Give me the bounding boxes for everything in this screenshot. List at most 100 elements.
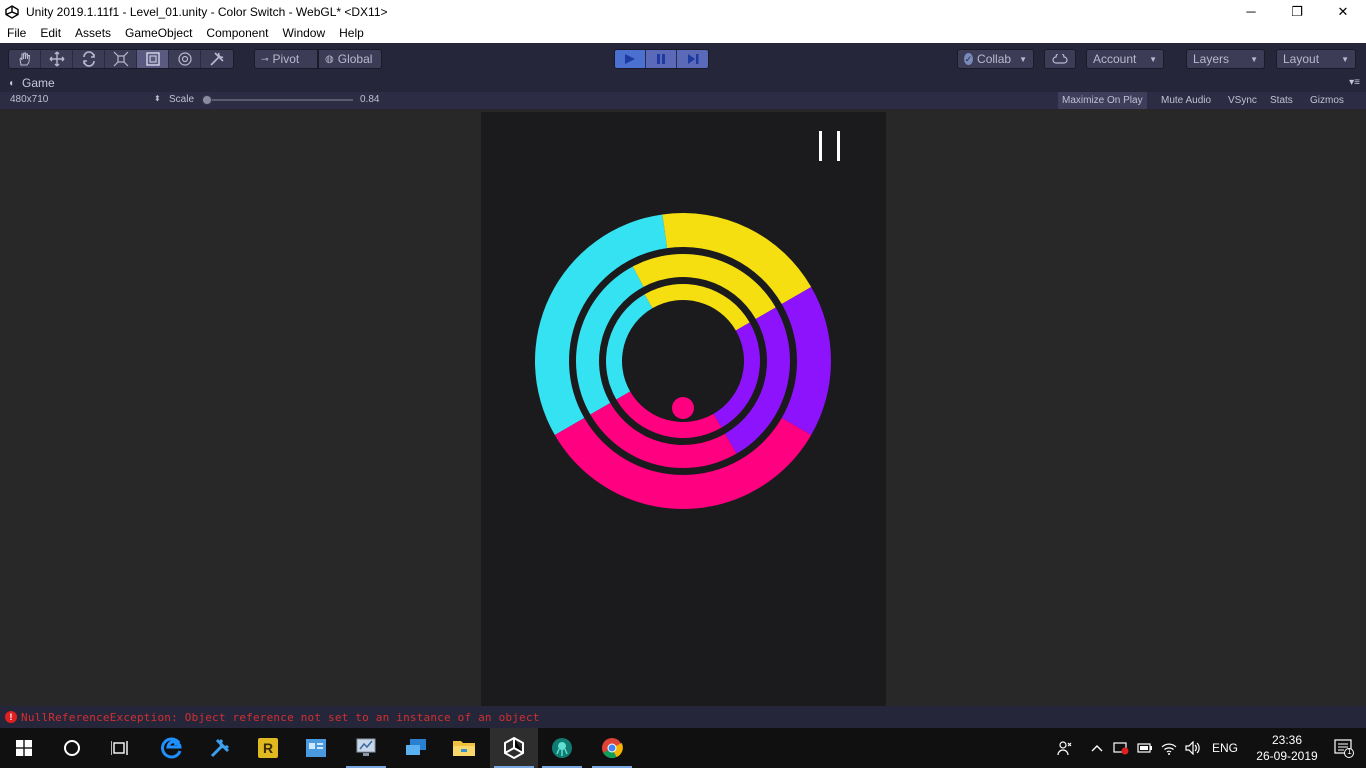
taskbar-chrome[interactable] <box>588 728 636 768</box>
menu-file[interactable]: File <box>0 23 33 43</box>
chevron-down-icon: ▼ <box>1019 54 1027 64</box>
panel-menu-icon[interactable]: ▾≡ <box>1349 77 1360 88</box>
menu-edit[interactable]: Edit <box>33 23 68 43</box>
playback-controls <box>614 49 709 69</box>
volume-icon[interactable] <box>1184 741 1202 755</box>
pause-button[interactable] <box>646 50 677 68</box>
layers-dropdown[interactable]: Layers ▼ <box>1186 49 1265 69</box>
task-view-icon <box>111 741 128 755</box>
menu-window[interactable]: Window <box>275 23 332 43</box>
language-indicator[interactable]: ENG <box>1212 741 1238 755</box>
rotate-icon <box>82 51 95 67</box>
gizmos-dropdown[interactable]: Gizmos <box>1306 92 1348 109</box>
taskbar-build-tools[interactable] <box>196 728 244 768</box>
move-tool-button[interactable] <box>41 50 73 68</box>
rect-tool-button[interactable] <box>137 50 169 68</box>
taskbar-edge[interactable] <box>148 728 196 768</box>
hand-icon <box>18 52 30 66</box>
chevron-down-icon: ▼ <box>1341 54 1349 64</box>
folder-icon <box>453 741 475 756</box>
r-app-icon: R <box>258 738 278 758</box>
kraken-icon <box>552 738 572 758</box>
scale-slider-handle[interactable] <box>202 95 212 105</box>
menu-gameobject[interactable]: GameObject <box>118 23 199 43</box>
step-button[interactable] <box>677 50 708 68</box>
chevron-down-icon: ▼ <box>1149 54 1157 64</box>
tab-game[interactable]: ◖ Game <box>8 76 55 90</box>
unity-logo-icon <box>4 4 20 20</box>
windows-logo-icon <box>16 740 32 756</box>
global-label: Global <box>337 52 373 66</box>
custom-tool-button[interactable] <box>201 50 233 68</box>
taskbar-file-explorer[interactable] <box>440 728 488 768</box>
menu-bar: File Edit Assets GameObject Component Wi… <box>0 23 1366 43</box>
game-viewport[interactable] <box>481 112 886 706</box>
chevron-down-icon: ▼ <box>1250 54 1258 64</box>
cloud-button[interactable] <box>1044 49 1076 69</box>
tray-overflow-icon[interactable] <box>1090 744 1104 752</box>
account-dropdown[interactable]: Account ▼ <box>1086 49 1164 69</box>
color-rings <box>535 213 831 509</box>
maximize-on-play-toggle[interactable]: Maximize On Play <box>1058 92 1147 109</box>
taskbar-resharper[interactable]: R <box>244 728 292 768</box>
svg-text:R: R <box>263 740 273 756</box>
tools-icon <box>210 52 224 66</box>
layout-dropdown[interactable]: Layout ▼ <box>1276 49 1356 69</box>
collab-label: Collab <box>977 52 1012 66</box>
action-center-button[interactable]: 1 <box>1334 738 1354 758</box>
taskbar-remote-app[interactable] <box>392 728 440 768</box>
tab-game-label: Game <box>22 76 55 90</box>
remote-desktop-icon <box>406 739 426 755</box>
move-arrows-icon <box>49 51 64 67</box>
scale-slider-track[interactable] <box>203 99 353 101</box>
clock[interactable]: 23:36 26-09-2019 <box>1252 732 1322 764</box>
menu-component[interactable]: Component <box>199 23 275 43</box>
tools-icon <box>210 738 230 758</box>
player-ball <box>672 397 694 419</box>
close-button[interactable]: ✕ <box>1320 0 1366 23</box>
game-view-toolbar: 480x710 ⬍ Scale 0.84 Maximize On Play Mu… <box>0 92 1366 109</box>
clock-date: 26-09-2019 <box>1256 749 1318 763</box>
console-status-bar[interactable]: ! NullReferenceException: Object referen… <box>0 706 1366 728</box>
taskbar-gitkraken[interactable] <box>538 728 586 768</box>
task-view-button[interactable] <box>96 728 144 768</box>
layers-label: Layers <box>1193 52 1230 66</box>
window-title: Unity 2019.1.11f1 - Level_01.unity - Col… <box>26 4 388 19</box>
people-icon[interactable] <box>1054 740 1076 756</box>
edge-icon <box>161 737 182 759</box>
scale-label: Scale <box>169 94 195 105</box>
check-icon: ✓ <box>964 53 974 65</box>
transform-tools <box>8 49 234 69</box>
search-button[interactable] <box>48 728 96 768</box>
play-icon <box>625 54 635 64</box>
maximize-button[interactable]: ❐ <box>1274 0 1320 23</box>
network-warning-icon[interactable] <box>1112 741 1130 755</box>
global-toggle[interactable]: ◍ Global <box>318 49 382 69</box>
pause-icon <box>657 54 665 64</box>
rect-transform-icon <box>145 52 160 66</box>
transform-tool-button[interactable] <box>169 50 201 68</box>
menu-assets[interactable]: Assets <box>68 23 118 43</box>
pivot-toggle[interactable]: ⊸ Pivot <box>254 49 318 69</box>
minimize-button[interactable]: ─ <box>1228 0 1274 23</box>
taskbar-app-blue[interactable] <box>292 728 340 768</box>
layout-label: Layout <box>1283 52 1320 66</box>
scale-value: 0.84 <box>360 94 380 105</box>
vsync-toggle[interactable]: VSync <box>1224 92 1261 109</box>
wifi-icon[interactable] <box>1160 741 1178 755</box>
play-button[interactable] <box>615 50 646 68</box>
taskbar-monitor-app[interactable] <box>342 728 390 768</box>
collab-dropdown[interactable]: ✓ Collab ▼ <box>957 49 1034 69</box>
resolution-dropdown[interactable]: 480x710 <box>10 94 48 105</box>
scale-tool-button[interactable] <box>105 50 137 68</box>
rotate-tool-button[interactable] <box>73 50 105 68</box>
stats-toggle[interactable]: Stats <box>1266 92 1297 109</box>
battery-icon[interactable] <box>1136 743 1154 753</box>
start-button[interactable] <box>0 728 48 768</box>
hand-tool-button[interactable] <box>9 50 41 68</box>
taskbar-unity[interactable] <box>490 728 538 768</box>
window-app-icon <box>306 739 326 757</box>
mute-audio-toggle[interactable]: Mute Audio <box>1157 92 1215 109</box>
transform-icon <box>177 52 192 66</box>
menu-help[interactable]: Help <box>332 23 371 43</box>
